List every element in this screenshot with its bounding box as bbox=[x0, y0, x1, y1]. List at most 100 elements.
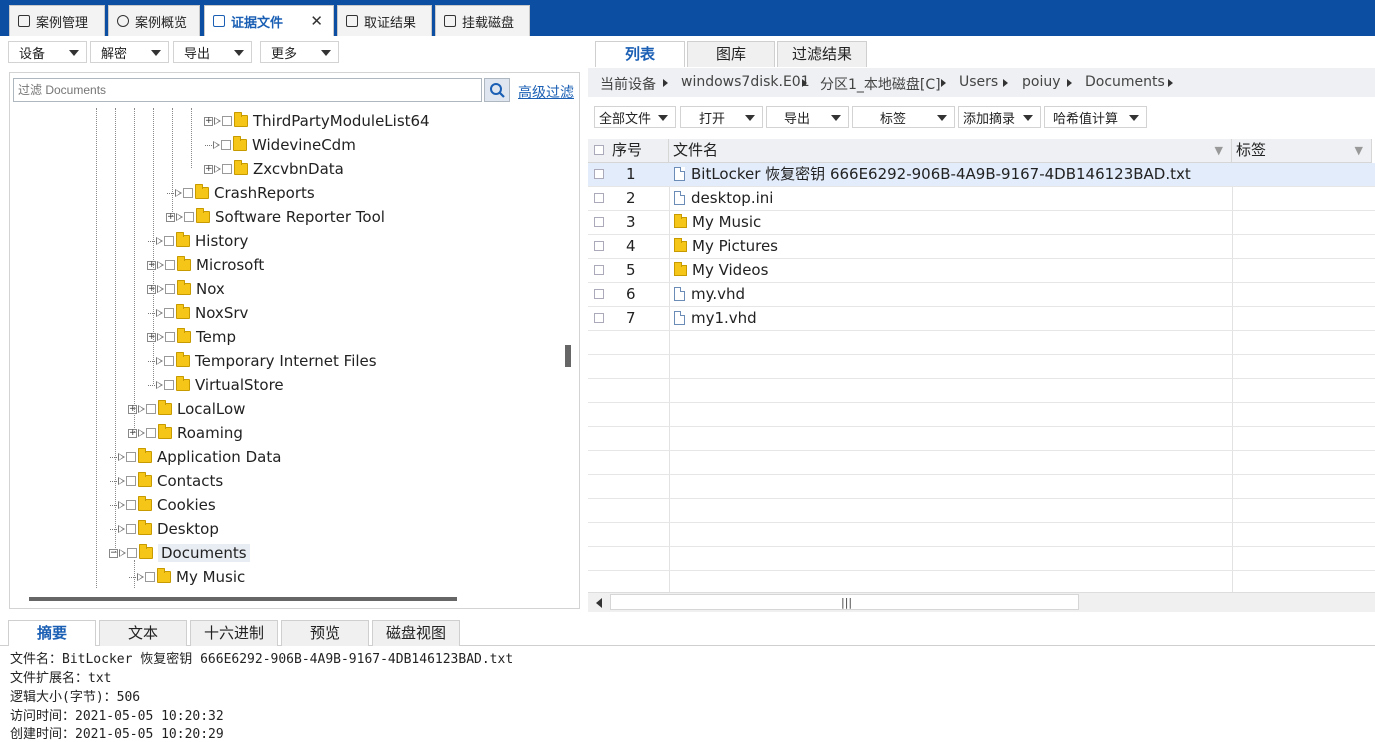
add-summary-dropdown[interactable]: 添加摘录 bbox=[958, 106, 1041, 128]
breadcrumb-item[interactable]: windows7disk.E01 bbox=[681, 74, 810, 90]
scroll-thumb[interactable]: ||| bbox=[610, 594, 1079, 610]
tree-node-label[interactable]: Cookies bbox=[157, 496, 216, 514]
all-files-dropdown[interactable]: 全部文件 bbox=[594, 106, 676, 128]
expand-icon[interactable]: + bbox=[204, 164, 213, 174]
expand-icon[interactable]: + bbox=[128, 404, 137, 414]
tab-case-overview[interactable]: 案例概览 bbox=[108, 5, 200, 36]
row-file-name[interactable]: my1.vhd bbox=[674, 307, 1229, 330]
breadcrumb-item[interactable]: Users bbox=[959, 74, 998, 90]
tab-preview[interactable]: 预览 bbox=[281, 620, 369, 646]
tree-checkbox[interactable] bbox=[222, 116, 232, 126]
tree-node[interactable]: Application Data bbox=[109, 445, 281, 469]
expand-arrow-icon[interactable] bbox=[118, 524, 126, 534]
open-dropdown[interactable]: 打开 bbox=[680, 106, 763, 128]
chevron-right-icon[interactable] bbox=[802, 79, 807, 87]
row-checkbox[interactable] bbox=[594, 265, 604, 275]
tree-node-label[interactable]: CrashReports bbox=[214, 184, 315, 202]
column-header-name[interactable]: 文件名 ▼ bbox=[669, 139, 1232, 163]
tree-node[interactable]: + Roaming bbox=[128, 421, 243, 445]
device-dropdown[interactable]: 设备 bbox=[8, 41, 87, 63]
search-button[interactable] bbox=[484, 78, 510, 102]
expand-arrow-icon[interactable] bbox=[176, 212, 184, 222]
row-file-name[interactable]: BitLocker 恢复密钥 666E6292-906B-4A9B-9167-4… bbox=[674, 163, 1229, 186]
expand-arrow-icon[interactable] bbox=[213, 140, 221, 150]
tab-summary[interactable]: 摘要 bbox=[8, 620, 96, 646]
column-header-index[interactable]: 序号 bbox=[588, 139, 669, 163]
tree-checkbox[interactable] bbox=[183, 188, 193, 198]
tree-node[interactable]: My Music bbox=[128, 565, 245, 589]
tree-node[interactable]: + ZxcvbnData bbox=[204, 157, 344, 181]
breadcrumb-item[interactable]: Documents bbox=[1085, 74, 1165, 90]
tree-node[interactable]: + LocalLow bbox=[128, 397, 245, 421]
tag-dropdown[interactable]: 标签 bbox=[852, 106, 955, 128]
row-file-name[interactable]: my.vhd bbox=[674, 283, 1229, 306]
expand-arrow-icon[interactable] bbox=[137, 572, 145, 582]
table-row[interactable]: 1 BitLocker 恢复密钥 666E6292-906B-4A9B-9167-… bbox=[588, 163, 1375, 187]
tree-node[interactable]: + ThirdPartyModuleList64 bbox=[204, 109, 430, 133]
breadcrumb-item[interactable]: 分区1_本地磁盘[C] bbox=[820, 74, 941, 94]
export-dropdown[interactable]: 导出 bbox=[173, 41, 252, 63]
tree-node[interactable]: + Software Reporter Tool bbox=[166, 205, 385, 229]
tree-checkbox[interactable] bbox=[126, 500, 136, 510]
tree-node-label[interactable]: Temporary Internet Files bbox=[195, 352, 377, 370]
tree-checkbox[interactable] bbox=[126, 524, 136, 534]
tab-text[interactable]: 文本 bbox=[99, 620, 187, 646]
tab-case-management[interactable]: 案例管理 bbox=[9, 5, 105, 36]
expand-arrow-icon[interactable] bbox=[156, 236, 164, 246]
expand-arrow-icon[interactable] bbox=[118, 476, 126, 486]
decrypt-dropdown[interactable]: 解密 bbox=[90, 41, 169, 63]
tree-node-label[interactable]: Nox bbox=[196, 280, 225, 298]
expand-icon[interactable]: + bbox=[147, 284, 156, 294]
tree-node-label[interactable]: Contacts bbox=[157, 472, 223, 490]
row-checkbox[interactable] bbox=[594, 169, 604, 179]
tree-node-label[interactable]: My Music bbox=[176, 568, 245, 586]
row-file-name[interactable]: desktop.ini bbox=[674, 187, 1229, 210]
tree-checkbox[interactable] bbox=[165, 332, 175, 342]
tree-checkbox[interactable] bbox=[222, 164, 232, 174]
table-row[interactable]: 6 my.vhd bbox=[588, 283, 1375, 307]
tree-node-label[interactable]: Desktop bbox=[157, 520, 219, 538]
expand-arrow-icon[interactable] bbox=[214, 116, 222, 126]
tree-checkbox[interactable] bbox=[145, 572, 155, 582]
column-header-tag[interactable]: 标签 ▼ bbox=[1232, 139, 1372, 163]
tab-forensic-results[interactable]: 取证结果 bbox=[337, 5, 432, 36]
tab-list[interactable]: 列表 bbox=[595, 41, 685, 67]
tree-node[interactable]: VirtualStore bbox=[147, 373, 284, 397]
row-checkbox[interactable] bbox=[594, 241, 604, 251]
expand-arrow-icon[interactable] bbox=[214, 164, 222, 174]
row-checkbox[interactable] bbox=[594, 313, 604, 323]
tab-gallery[interactable]: 图库 bbox=[687, 41, 775, 67]
expand-arrow-icon[interactable] bbox=[157, 284, 165, 294]
expand-arrow-icon[interactable] bbox=[119, 548, 127, 558]
tree-node-label[interactable]: ZxcvbnData bbox=[253, 160, 344, 178]
tree-checkbox[interactable] bbox=[164, 356, 174, 366]
expand-icon[interactable]: + bbox=[166, 212, 175, 222]
filter-icon[interactable]: ▼ bbox=[1215, 139, 1223, 162]
expand-arrow-icon[interactable] bbox=[157, 260, 165, 270]
expand-arrow-icon[interactable] bbox=[118, 500, 126, 510]
chevron-right-icon[interactable] bbox=[1003, 79, 1008, 87]
expand-icon[interactable]: + bbox=[128, 428, 137, 438]
expand-icon[interactable]: + bbox=[147, 260, 156, 270]
tree-node[interactable]: Temporary Internet Files bbox=[147, 349, 377, 373]
close-icon[interactable]: ✕ bbox=[310, 12, 323, 30]
expand-arrow-icon[interactable] bbox=[175, 188, 183, 198]
tree-node-label[interactable]: Software Reporter Tool bbox=[215, 208, 385, 226]
table-row[interactable]: 5 My Videos bbox=[588, 259, 1375, 283]
export-files-dropdown[interactable]: 导出 bbox=[766, 106, 849, 128]
expand-icon[interactable]: + bbox=[204, 116, 213, 126]
tree-checkbox[interactable] bbox=[146, 428, 156, 438]
tree-node[interactable]: + Microsoft bbox=[147, 253, 264, 277]
row-checkbox[interactable] bbox=[594, 289, 604, 299]
row-checkbox[interactable] bbox=[594, 217, 604, 227]
filter-icon[interactable]: ▼ bbox=[1355, 139, 1363, 162]
tab-hex[interactable]: 十六进制 bbox=[190, 620, 278, 646]
advanced-filter-link[interactable]: 高级过滤 bbox=[518, 82, 574, 102]
collapse-icon[interactable]: − bbox=[109, 548, 118, 558]
expand-arrow-icon[interactable] bbox=[138, 404, 146, 414]
tree-node[interactable]: Contacts bbox=[109, 469, 223, 493]
expand-arrow-icon[interactable] bbox=[118, 452, 126, 462]
expand-arrow-icon[interactable] bbox=[156, 380, 164, 390]
row-file-name[interactable]: My Music bbox=[674, 211, 1229, 234]
tree-node-label[interactable]: Microsoft bbox=[196, 256, 264, 274]
